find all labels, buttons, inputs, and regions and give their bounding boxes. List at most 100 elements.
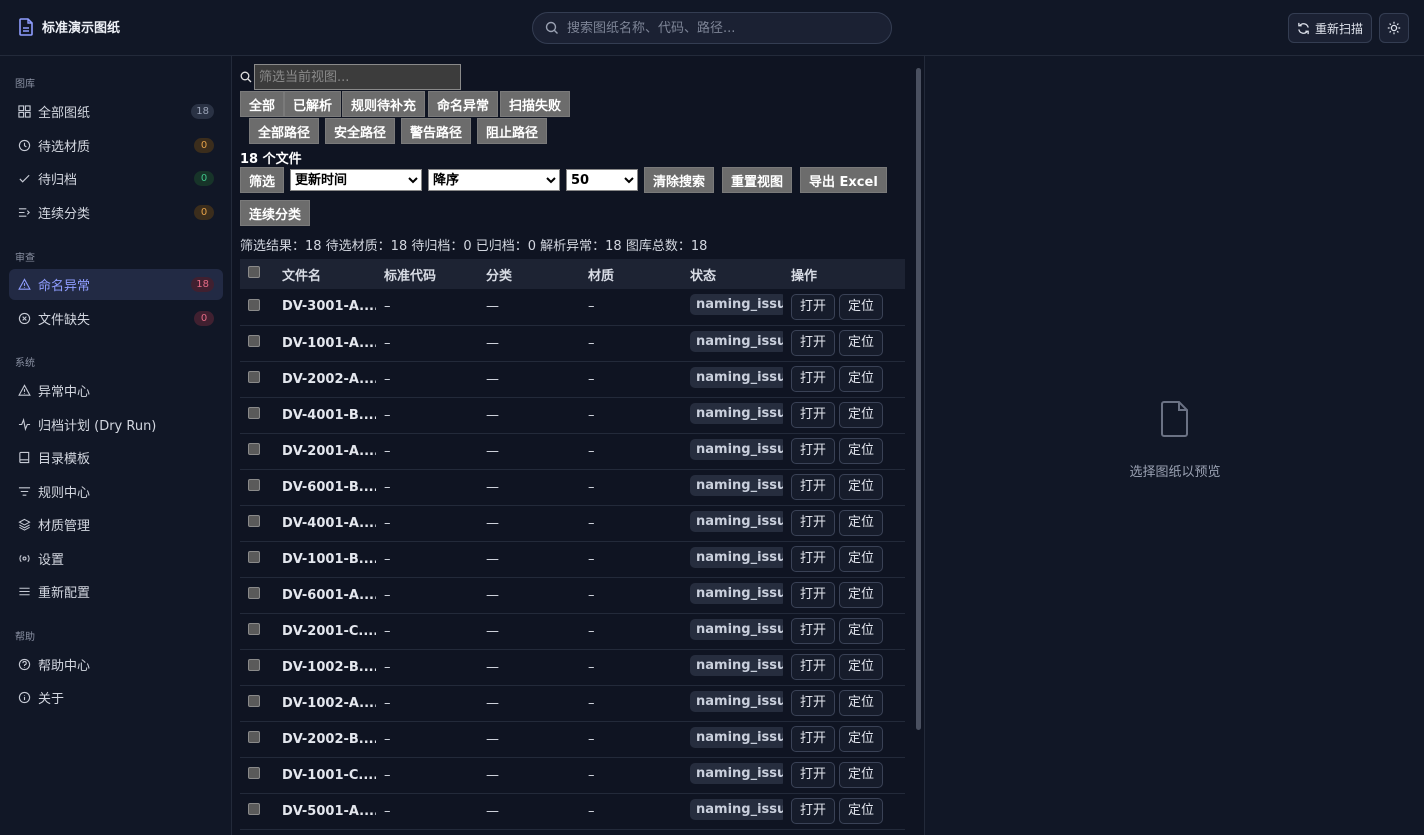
sidebar-item-about[interactable]: 关于: [9, 682, 223, 713]
sidebar-item-pending-material[interactable]: 待选材质 0: [9, 130, 223, 161]
table-row[interactable]: DV-1002-B....–—–naming_issue打开定位: [240, 649, 905, 686]
file-name[interactable]: DV-4001-A....: [274, 505, 376, 542]
row-checkbox[interactable]: [248, 335, 260, 347]
path-filter-safe[interactable]: 安全路径: [325, 118, 396, 144]
open-button[interactable]: 打开: [791, 690, 836, 716]
open-button[interactable]: 打开: [791, 293, 836, 320]
locate-button[interactable]: 定位: [839, 330, 884, 356]
file-name[interactable]: DV-1002-B....: [274, 649, 376, 686]
path-filter-warning[interactable]: 警告路径: [401, 118, 472, 144]
main-scrollbar[interactable]: [914, 62, 922, 832]
sidebar-item-pending-archive[interactable]: 待归档 0: [9, 163, 223, 194]
row-checkbox[interactable]: [248, 551, 260, 563]
column-header-status[interactable]: 状态: [682, 259, 783, 289]
path-filter-all[interactable]: 全部路径: [249, 118, 320, 144]
status-filter-scan-failed[interactable]: 扫描失败: [500, 91, 571, 117]
table-row[interactable]: DV-2001-A....–—–naming_issue打开定位: [240, 433, 905, 470]
open-button[interactable]: 打开: [791, 438, 836, 464]
open-button[interactable]: 打开: [791, 798, 836, 824]
row-checkbox[interactable]: [248, 695, 260, 707]
file-name[interactable]: DV-2001-A....: [274, 433, 376, 470]
row-checkbox[interactable]: [248, 731, 260, 743]
table-row[interactable]: DV-6001-A....–—–naming_issue打开定位: [240, 577, 905, 614]
table-row[interactable]: DV-5001-A....–—–naming_issue打开定位: [240, 793, 905, 830]
open-button[interactable]: 打开: [791, 510, 836, 536]
open-button[interactable]: 打开: [791, 366, 836, 392]
page-size-select[interactable]: 50: [566, 169, 638, 191]
status-filter-parsed[interactable]: 已解析: [284, 91, 342, 117]
locate-button[interactable]: 定位: [839, 582, 884, 608]
table-row[interactable]: DV-1002-A....–—–naming_issue打开定位: [240, 685, 905, 722]
sidebar-item-reconfigure[interactable]: 重新配置: [9, 576, 223, 607]
table-row[interactable]: DV-4001-A....–—–naming_issue打开定位: [240, 505, 905, 542]
table-row[interactable]: DV-2002-A....–—–naming_issue打开定位: [240, 361, 905, 398]
locate-button[interactable]: 定位: [839, 762, 884, 788]
file-name[interactable]: DV-3001-A....: [274, 289, 376, 326]
status-filter-all[interactable]: 全部: [240, 91, 285, 117]
sidebar-item-continuous-classify[interactable]: 连续分类 0: [9, 197, 223, 228]
locate-button[interactable]: 定位: [839, 618, 884, 644]
locate-button[interactable]: 定位: [839, 366, 884, 392]
export-excel-button[interactable]: 导出 Excel: [800, 167, 887, 193]
reset-view-button[interactable]: 重置视图: [722, 167, 793, 193]
sidebar-item-settings[interactable]: 设置: [9, 543, 223, 574]
sidebar-item-all-drawings[interactable]: 全部图纸 18: [9, 96, 223, 127]
select-all-checkbox[interactable]: [248, 266, 260, 278]
locate-button[interactable]: 定位: [839, 510, 884, 536]
open-button[interactable]: 打开: [791, 546, 836, 572]
table-row[interactable]: DV-6001-B....–—–naming_issue打开定位: [240, 469, 905, 506]
open-button[interactable]: 打开: [791, 582, 836, 608]
table-row[interactable]: DV-2002-B....–—–naming_issue打开定位: [240, 721, 905, 758]
locate-button[interactable]: 定位: [839, 726, 884, 752]
view-filter-input[interactable]: [254, 64, 461, 90]
file-name[interactable]: DV-2002-B....: [274, 721, 376, 758]
file-name[interactable]: DV-5001-A....: [274, 793, 376, 830]
file-name[interactable]: DV-6001-A....: [274, 577, 376, 614]
row-checkbox[interactable]: [248, 515, 260, 527]
row-checkbox[interactable]: [248, 407, 260, 419]
locate-button[interactable]: 定位: [839, 690, 884, 716]
row-checkbox[interactable]: [248, 443, 260, 455]
file-name[interactable]: DV-6001-B....: [274, 469, 376, 506]
row-checkbox[interactable]: [248, 298, 260, 311]
row-checkbox[interactable]: [248, 767, 260, 779]
table-row[interactable]: DV-1001-B....–—–naming_issue打开定位: [240, 541, 905, 578]
sidebar-item-exception-center[interactable]: 异常中心: [9, 375, 223, 406]
open-button[interactable]: 打开: [791, 330, 836, 356]
locate-button[interactable]: 定位: [839, 546, 884, 572]
sidebar-item-material-management[interactable]: 材质管理: [9, 509, 223, 540]
table-row[interactable]: DV-3001-A....–—–naming_issue打开定位: [240, 289, 905, 326]
global-search[interactable]: [532, 12, 892, 44]
locate-button[interactable]: 定位: [839, 438, 884, 464]
table-row[interactable]: DV-4001-B....–—–naming_issue打开定位: [240, 397, 905, 434]
file-name[interactable]: DV-1002-A....: [274, 685, 376, 722]
file-name[interactable]: DV-1001-B....: [274, 541, 376, 578]
column-header-code[interactable]: 标准代码: [376, 259, 478, 289]
sidebar-item-directory-template[interactable]: 目录模板: [9, 442, 223, 473]
sort-order-select[interactable]: 降序: [428, 169, 560, 191]
table-row[interactable]: DV-1001-A....–—–naming_issue打开定位: [240, 325, 905, 362]
open-button[interactable]: 打开: [791, 474, 836, 500]
open-button[interactable]: 打开: [791, 618, 836, 644]
open-button[interactable]: 打开: [791, 654, 836, 680]
file-name[interactable]: DV-1001-A....: [274, 325, 376, 362]
path-filter-blocked[interactable]: 阻止路径: [477, 118, 548, 144]
status-filter-rule-pending[interactable]: 规则待补充: [342, 91, 426, 117]
status-filter-naming-issue[interactable]: 命名异常: [428, 91, 499, 117]
row-checkbox[interactable]: [248, 659, 260, 671]
sidebar-item-missing-file[interactable]: 文件缺失 0: [9, 303, 223, 334]
global-search-input[interactable]: [567, 20, 867, 36]
row-checkbox[interactable]: [248, 479, 260, 491]
open-button[interactable]: 打开: [791, 402, 836, 428]
table-row[interactable]: DV-2001-C....–—–naming_issue打开定位: [240, 613, 905, 650]
clear-search-button[interactable]: 清除搜索: [644, 167, 715, 193]
file-name[interactable]: DV-1001-C....: [274, 757, 376, 794]
sidebar-item-help-center[interactable]: 帮助中心: [9, 649, 223, 680]
file-name[interactable]: DV-2001-C....: [274, 613, 376, 650]
column-header-category[interactable]: 分类: [478, 259, 580, 289]
rescan-button[interactable]: 重新扫描: [1288, 13, 1372, 43]
locate-button[interactable]: 定位: [839, 474, 884, 500]
sort-field-select[interactable]: 更新时间: [290, 169, 422, 191]
table-row[interactable]: DV-1001-C....–—–naming_issue打开定位: [240, 757, 905, 794]
theme-toggle-button[interactable]: [1379, 13, 1409, 43]
